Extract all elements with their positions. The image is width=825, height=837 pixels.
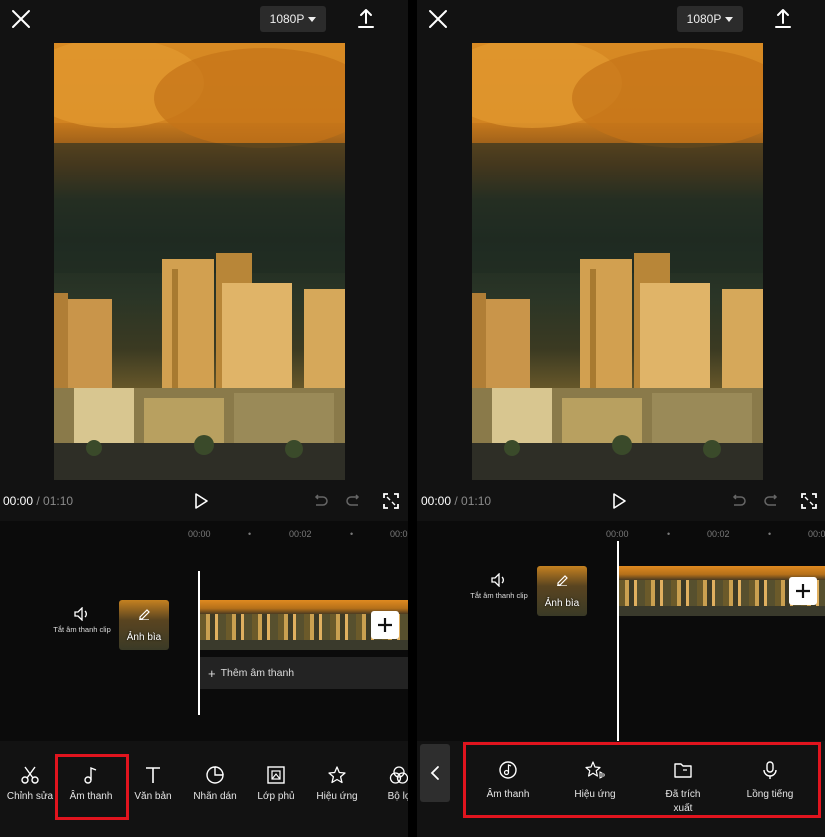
mute-clip-audio-button[interactable]: Tắt âm thanh clip bbox=[52, 607, 112, 635]
undo-icon[interactable] bbox=[312, 493, 328, 509]
add-clip-button[interactable] bbox=[371, 611, 399, 639]
ruler-tick: 00:02 bbox=[289, 529, 312, 539]
highlight-audio-tool bbox=[55, 754, 129, 820]
time-readout: 00:00 / 01:10 bbox=[421, 494, 492, 508]
tool-label: Hiệu ứng bbox=[316, 791, 358, 802]
fullscreen-icon[interactable] bbox=[801, 493, 817, 509]
tool-effects[interactable]: Hiệu ứng bbox=[308, 765, 366, 802]
redo-icon[interactable] bbox=[346, 493, 362, 509]
playhead[interactable] bbox=[198, 571, 200, 715]
ruler-tick: 00:0 bbox=[390, 529, 408, 539]
tool-text[interactable]: Văn bản bbox=[124, 765, 182, 802]
timeline[interactable]: 00:00 • 00:02 • 00:0 Tắt âm thanh clip Ả… bbox=[0, 521, 408, 741]
chevron-left-icon bbox=[430, 766, 439, 780]
ruler-dot: • bbox=[667, 529, 671, 539]
mute-label: Tắt âm thanh clip bbox=[53, 625, 111, 634]
mute-clip-audio-button[interactable]: Tắt âm thanh clip bbox=[469, 573, 529, 601]
time-readout: 00:00 / 01:10 bbox=[3, 494, 74, 508]
ruler-tick: 00:0 bbox=[808, 529, 825, 539]
play-icon[interactable] bbox=[192, 492, 210, 510]
cover-image-button[interactable]: Ảnh bìa bbox=[119, 600, 169, 650]
city-skyline-image bbox=[54, 43, 345, 480]
playhead[interactable] bbox=[617, 541, 619, 741]
tool-label: Bộ lọ bbox=[387, 791, 408, 802]
add-audio-track[interactable]: + Thêm âm thanh bbox=[200, 657, 408, 689]
plus-icon bbox=[796, 584, 810, 598]
mute-label: Tắt âm thanh clip bbox=[470, 591, 528, 600]
tool-filter[interactable]: Bộ lọ bbox=[370, 765, 408, 802]
ruler-tick: 00:00 bbox=[606, 529, 629, 539]
tool-label: Nhãn dán bbox=[193, 791, 237, 802]
tool-label: Văn bản bbox=[134, 791, 172, 802]
resolution-label: 1080P bbox=[686, 12, 722, 26]
cover-image-button[interactable]: Ảnh bìa bbox=[537, 566, 587, 616]
tool-overlay[interactable]: Lớp phủ bbox=[247, 765, 305, 802]
effects-star-icon bbox=[328, 766, 346, 784]
tool-label: Lớp phủ bbox=[257, 791, 295, 802]
export-icon[interactable] bbox=[773, 7, 793, 29]
overlay-icon bbox=[267, 766, 285, 784]
resolution-label: 1080P bbox=[269, 12, 305, 26]
current-time: 00:00 bbox=[3, 494, 34, 508]
ruler-dot: • bbox=[350, 529, 354, 539]
video-preview[interactable] bbox=[54, 43, 345, 480]
left-editor-screen: 1080P 00:00 / 01:10 00:00 • 00:02 • 00:0… bbox=[0, 0, 408, 837]
tool-label: Chỉnh sửa bbox=[6, 791, 54, 802]
close-icon[interactable] bbox=[427, 8, 449, 30]
ruler-dot: • bbox=[248, 529, 252, 539]
screen-divider bbox=[408, 0, 417, 837]
speaker-icon bbox=[491, 573, 504, 587]
city-skyline-image bbox=[472, 43, 763, 480]
ruler-dot: • bbox=[768, 529, 772, 539]
text-icon bbox=[146, 767, 160, 783]
video-preview[interactable] bbox=[472, 43, 763, 480]
chevron-down-icon bbox=[308, 16, 317, 22]
play-icon[interactable] bbox=[610, 492, 628, 510]
scissors-icon bbox=[21, 766, 39, 784]
right-editor-screen: 1080P 00:00 / 01:10 00:00 • 00:02 • 00:0… bbox=[417, 0, 825, 837]
tool-edit[interactable]: Chỉnh sửa bbox=[1, 765, 59, 802]
cover-label: Ảnh bìa bbox=[544, 598, 580, 609]
total-time: 01:10 bbox=[43, 494, 74, 508]
ruler-tick: 00:00 bbox=[188, 529, 211, 539]
chevron-down-icon bbox=[725, 16, 734, 22]
back-button[interactable] bbox=[420, 744, 450, 802]
highlight-audio-submenu bbox=[463, 742, 821, 818]
resolution-button[interactable]: 1080P bbox=[260, 6, 326, 32]
add-clip-button[interactable] bbox=[789, 577, 817, 605]
edit-pencil-icon bbox=[139, 609, 150, 620]
total-time: 01:10 bbox=[461, 494, 492, 508]
current-time: 00:00 bbox=[421, 494, 452, 508]
timeline[interactable]: 00:00 • 00:02 • 00:0 Tắt âm thanh clip Ả… bbox=[417, 521, 825, 741]
tool-sticker[interactable]: Nhãn dán bbox=[186, 765, 244, 802]
sticker-icon bbox=[206, 766, 224, 784]
ruler-tick: 00:02 bbox=[707, 529, 730, 539]
resolution-button[interactable]: 1080P bbox=[677, 6, 743, 32]
fullscreen-icon[interactable] bbox=[383, 493, 399, 509]
plus-icon: + bbox=[208, 665, 216, 681]
export-icon[interactable] bbox=[356, 7, 376, 29]
redo-icon[interactable] bbox=[764, 493, 780, 509]
edit-pencil-icon bbox=[557, 575, 568, 586]
filter-icon bbox=[389, 766, 408, 784]
cover-label: Ảnh bìa bbox=[126, 632, 162, 643]
undo-icon[interactable] bbox=[730, 493, 746, 509]
main-toolbar: Chỉnh sửa Âm thanh Văn bản Nhãn dán Lớp … bbox=[0, 741, 408, 837]
plus-icon bbox=[378, 618, 392, 632]
close-icon[interactable] bbox=[10, 8, 32, 30]
add-audio-label: Thêm âm thanh bbox=[220, 667, 295, 679]
speaker-icon bbox=[74, 607, 87, 621]
